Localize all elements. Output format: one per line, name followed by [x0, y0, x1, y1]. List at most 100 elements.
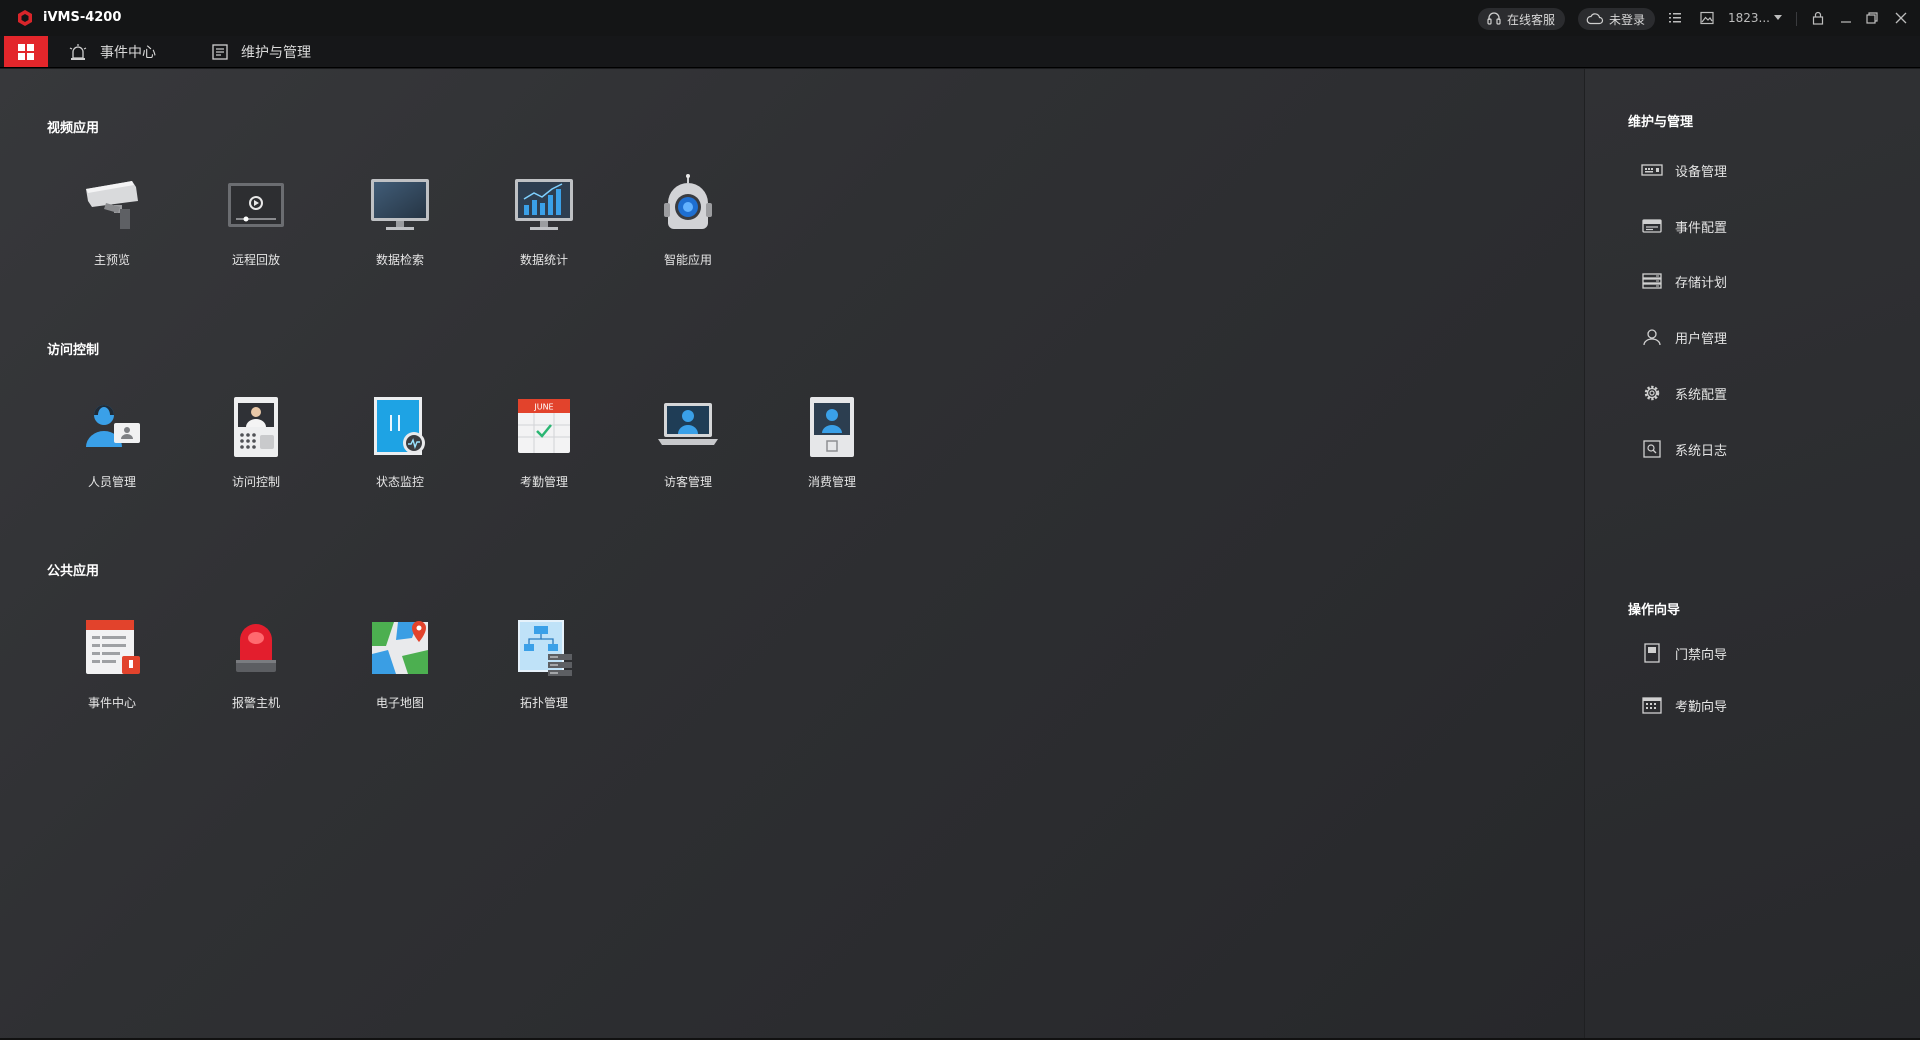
tile-status-monitor[interactable]: 状态监控 [345, 395, 455, 515]
map-icon [372, 621, 428, 674]
calendar-icon: JUNE [518, 399, 570, 453]
sidebar-item-system-log-label: 系统日志 [1675, 443, 1728, 459]
svg-text:JUNE: JUNE [533, 403, 553, 412]
tile-access-control-label: 访问控制 [231, 475, 280, 489]
user-name[interactable]: 1823... [1728, 11, 1770, 25]
tile-alarm-host[interactable]: 报警主机 [201, 616, 311, 736]
close-icon[interactable] [1893, 10, 1909, 26]
chevron-down-icon[interactable] [1772, 11, 1784, 23]
sidebar-item-storage-plan[interactable]: 存储计划 [1641, 269, 1727, 293]
user-icon [1643, 329, 1661, 346]
tile-status-monitor-label: 状态监控 [375, 475, 424, 489]
monitor-icon [371, 179, 429, 230]
sidebar-item-event-config[interactable]: 事件配置 [1641, 214, 1727, 238]
section-title-access: 访问控制 [47, 343, 100, 358]
sidebar-item-device-management-label: 设备管理 [1675, 164, 1728, 180]
sidebar-item-system-log[interactable]: 系统日志 [1641, 437, 1727, 461]
tile-person-management[interactable]: 人员管理 [57, 395, 167, 515]
tile-data-statistics-label: 数据统计 [519, 253, 568, 267]
tile-data-retrieval-label: 数据检索 [375, 253, 424, 267]
tile-access-control[interactable]: 访问控制 [201, 395, 311, 515]
minimize-icon[interactable] [1838, 10, 1854, 26]
tile-event-center-label: 事件中心 [87, 696, 136, 710]
log-icon [1643, 440, 1661, 458]
sidebar-item-attendance-guide[interactable]: 考勤向导 [1641, 693, 1727, 717]
tile-consumption-management[interactable]: 消费管理 [777, 395, 887, 515]
attendance-guide-icon [1642, 697, 1662, 714]
alarm-icon [69, 43, 87, 60]
sidebar-item-device-management[interactable]: 设备管理 [1641, 158, 1727, 182]
storage-icon [1642, 273, 1662, 289]
grid-icon [18, 43, 34, 60]
tile-visitor-management[interactable]: 访客管理 [633, 395, 743, 515]
restore-icon[interactable] [1864, 10, 1880, 26]
login-status-label: 未登录 [1609, 12, 1646, 27]
topology-icon [518, 620, 572, 676]
sidebar-item-storage-plan-label: 存储计划 [1675, 275, 1728, 291]
sidebar-item-attendance-guide-label: 考勤向导 [1675, 699, 1728, 715]
tile-topology[interactable]: 拓扑管理 [489, 616, 599, 736]
sidebar-item-door-guide[interactable]: 门禁向导 [1641, 641, 1727, 665]
menu-event-center[interactable]: 事件中心 [68, 36, 156, 67]
login-status-button[interactable]: 未登录 [1578, 8, 1656, 30]
online-service-label: 在线客服 [1507, 12, 1556, 27]
device-icon [1641, 164, 1663, 176]
visitor-laptop-icon [658, 403, 718, 445]
main-panel: 视频应用 主预览 远程回放 数据检索 数据统计 智能应用 访问控制 人员管理 访… [0, 69, 1584, 1040]
tile-e-map-label: 电子地图 [375, 696, 424, 710]
access-terminal-icon [234, 397, 278, 457]
statistics-icon [515, 179, 573, 230]
titlebar-divider [1796, 12, 1797, 26]
home-button[interactable] [4, 36, 48, 67]
tile-topology-label: 拓扑管理 [519, 696, 568, 710]
tile-remote-playback[interactable]: 远程回放 [201, 173, 311, 293]
tile-remote-playback-label: 远程回放 [231, 253, 280, 267]
app-logo-icon [18, 10, 32, 26]
cloud-icon [1586, 13, 1604, 25]
maintenance-icon [212, 43, 228, 60]
tile-data-statistics[interactable]: 数据统计 [489, 173, 599, 293]
menu-maintenance-label: 维护与管理 [241, 44, 311, 61]
tile-person-management-label: 人员管理 [87, 475, 136, 489]
tile-e-map[interactable]: 电子地图 [345, 616, 455, 736]
tile-attendance[interactable]: JUNE 考勤管理 [489, 395, 599, 515]
sidebar-item-system-config[interactable]: 系统配置 [1641, 381, 1727, 405]
robot-icon [664, 174, 712, 229]
tile-consumption-management-label: 消费管理 [807, 475, 856, 489]
consumption-terminal-icon [810, 397, 854, 457]
sidebar-item-event-config-label: 事件配置 [1675, 220, 1728, 236]
tile-event-center[interactable]: 事件中心 [57, 616, 167, 736]
tile-smart-app[interactable]: 智能应用 [633, 173, 743, 293]
sidebar-item-user-management-label: 用户管理 [1675, 331, 1728, 347]
list-icon[interactable] [1667, 10, 1683, 26]
tile-smart-app-label: 智能应用 [663, 253, 712, 267]
title-bar: iVMS-4200 在线客服 未登录 1823... [0, 0, 1920, 36]
tile-alarm-host-label: 报警主机 [231, 696, 280, 710]
tile-data-retrieval[interactable]: 数据检索 [345, 173, 455, 293]
headset-icon [1487, 12, 1501, 25]
sidebar-item-user-management[interactable]: 用户管理 [1641, 325, 1727, 349]
camera-icon [86, 181, 138, 229]
tile-main-preview-label: 主预览 [93, 253, 130, 267]
event-config-icon [1642, 219, 1662, 233]
image-icon[interactable] [1699, 10, 1715, 26]
playback-icon [228, 183, 284, 227]
online-service-button[interactable]: 在线客服 [1478, 8, 1566, 30]
sidebar-item-system-config-label: 系统配置 [1675, 387, 1728, 403]
section-title-video: 视频应用 [47, 121, 100, 136]
right-sidebar: 维护与管理 设备管理 事件配置 存储计划 用户管理 系统配置 系统日志 操作向导… [1584, 69, 1920, 1040]
sidebar-manage-title: 维护与管理 [1628, 115, 1694, 130]
gear-icon [1644, 385, 1660, 401]
tile-visitor-management-label: 访客管理 [663, 475, 712, 489]
door-guide-icon [1644, 643, 1660, 663]
person-card-icon [86, 405, 140, 447]
lock-icon[interactable] [1810, 10, 1826, 26]
menu-bar: 事件中心 维护与管理 [0, 36, 1920, 68]
tile-main-preview[interactable]: 主预览 [57, 173, 167, 293]
tile-attendance-label: 考勤管理 [519, 475, 568, 489]
menu-maintenance[interactable]: 维护与管理 [211, 36, 311, 67]
door-status-icon [374, 397, 425, 455]
section-title-common: 公共应用 [47, 564, 100, 579]
menu-event-center-label: 事件中心 [100, 44, 156, 61]
sidebar-item-door-guide-label: 门禁向导 [1675, 647, 1728, 663]
